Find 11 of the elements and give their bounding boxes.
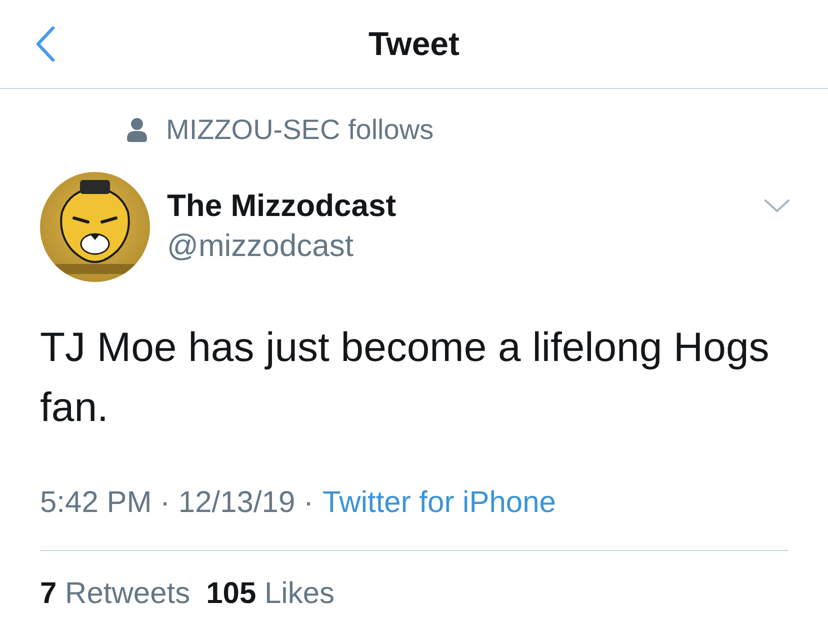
tweet-text: TJ Moe has just become a lifelong Hogs fan.	[40, 323, 770, 432]
back-icon	[36, 26, 56, 62]
stat-link[interactable]: 105 Likes	[206, 576, 335, 612]
person-icon	[127, 118, 147, 142]
author-handle[interactable]: @mizzodcast	[167, 228, 396, 264]
social-context-text: MIZZOU-SEC follows	[166, 114, 434, 146]
author-name[interactable]: The Mizzodcast	[167, 188, 396, 224]
stat-link[interactable]: 7 Retweets	[40, 576, 190, 612]
page-title: Tweet	[368, 24, 460, 64]
chevron-down-icon	[764, 199, 790, 213]
timestamp: 5:42 PM · 12/13/19 ·	[40, 485, 314, 521]
